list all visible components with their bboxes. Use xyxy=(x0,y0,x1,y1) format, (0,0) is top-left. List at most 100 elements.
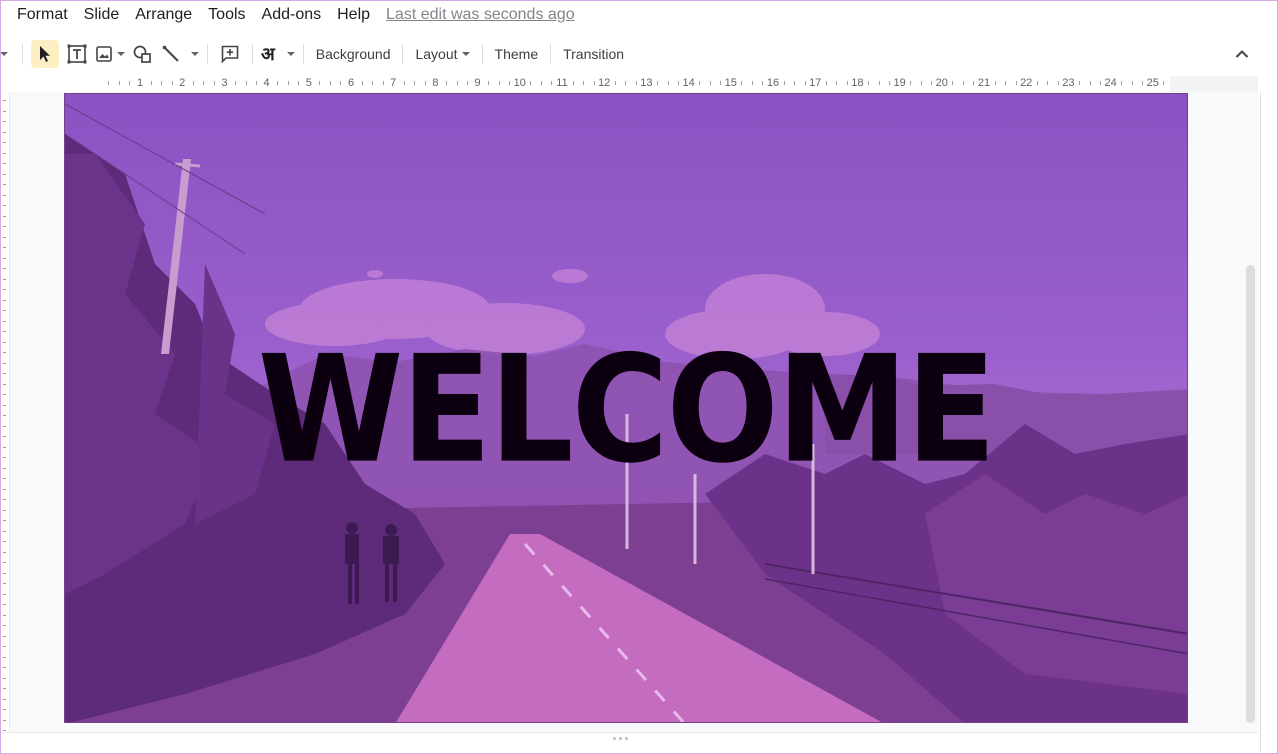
ruler-tick xyxy=(3,362,6,364)
toolbar-divider xyxy=(302,44,304,64)
ruler-tick xyxy=(709,81,711,85)
ruler-tick xyxy=(3,551,6,553)
resize-grip-icon[interactable] xyxy=(613,737,628,740)
ruler-tick xyxy=(3,604,6,605)
ruler-number: 18 xyxy=(851,77,864,89)
ruler-tick xyxy=(129,81,131,85)
menu-help[interactable]: Help xyxy=(329,2,378,28)
vertical-scrollbar[interactable] xyxy=(1246,265,1255,723)
ruler-number: 4 xyxy=(263,77,270,89)
horizontal-ruler[interactable]: 1 2 3 4 5 6 7 8 9 10 11 12 13 14 15 16 17 18 19 20 21 22 23 24 2… xyxy=(104,76,1170,92)
ruler-tick xyxy=(3,331,6,332)
menu-format[interactable]: Format xyxy=(9,2,76,28)
ruler-tick xyxy=(3,541,6,542)
ruler-tick xyxy=(656,81,658,85)
side-panel-edge xyxy=(1260,92,1278,752)
ruler-tick xyxy=(593,81,595,85)
transition-button[interactable]: Transition xyxy=(557,40,630,68)
ruler-tick xyxy=(509,81,511,85)
line-button[interactable] xyxy=(161,40,199,68)
speaker-notes-divider[interactable] xyxy=(0,732,1258,754)
menu-arrange[interactable]: Arrange xyxy=(127,2,200,28)
ruler-tick xyxy=(1100,81,1102,85)
ruler-tick xyxy=(3,436,6,437)
ruler-tick xyxy=(3,278,6,280)
ruler-number: 1 xyxy=(136,77,144,89)
ruler-tick xyxy=(171,81,173,85)
ruler-tick xyxy=(3,677,6,679)
ruler-tick xyxy=(583,81,585,85)
ruler-tick xyxy=(3,656,6,658)
ruler-tick xyxy=(3,467,6,469)
ruler-tick xyxy=(361,81,363,85)
ruler-tick xyxy=(3,163,6,164)
ruler-tick xyxy=(3,530,6,532)
ruler-tick xyxy=(118,81,120,85)
toolbar-divider xyxy=(22,44,23,64)
ruler-tick xyxy=(3,142,6,143)
ruler-tick xyxy=(277,81,279,85)
collapse-toolbar-button[interactable] xyxy=(1228,40,1256,68)
ruler-tick xyxy=(161,81,163,85)
background-button[interactable]: Background xyxy=(310,40,397,68)
layout-button[interactable]: Layout xyxy=(409,40,475,68)
image-button[interactable] xyxy=(95,40,125,68)
menu-tools[interactable]: Tools xyxy=(200,2,253,28)
last-edit-link[interactable]: Last edit was seconds ago xyxy=(386,6,575,24)
ruler-tick xyxy=(3,173,6,175)
select-button[interactable] xyxy=(31,40,59,68)
ruler-tick xyxy=(931,81,933,85)
ruler-tick xyxy=(1142,81,1144,85)
ruler-tick xyxy=(762,81,764,85)
ruler-number: 13 xyxy=(640,77,653,89)
ruler-number: 20 xyxy=(935,77,948,89)
ruler-tick xyxy=(3,562,6,563)
ruler-tick xyxy=(3,226,6,227)
ruler-tick xyxy=(3,205,6,206)
comment-icon xyxy=(221,45,239,64)
ruler-tick xyxy=(699,81,701,85)
ruler-tick xyxy=(3,299,6,301)
toolbar-divider xyxy=(550,44,552,64)
chevron-down-icon xyxy=(286,52,295,56)
ruler-tick xyxy=(3,341,6,343)
ruler-number: 6 xyxy=(347,77,355,89)
ruler-tick xyxy=(804,81,806,85)
ruler-number: 16 xyxy=(766,77,780,89)
ruler-tick xyxy=(3,184,6,185)
ruler-tick xyxy=(3,667,6,668)
chevron-down-icon[interactable] xyxy=(0,52,8,56)
menu-slide[interactable]: Slide xyxy=(76,2,128,28)
ruler-tick xyxy=(1015,81,1017,85)
ruler-number: 15 xyxy=(724,77,737,89)
ruler-tick xyxy=(794,81,796,85)
chevron-down-icon xyxy=(461,52,470,56)
theme-button[interactable]: Theme xyxy=(489,40,545,68)
menu-bar: Format Slide Arrange Tools Add-ons Help … xyxy=(0,0,1278,30)
ruler-tick xyxy=(150,81,152,85)
vertical-ruler[interactable] xyxy=(0,92,10,732)
shape-button[interactable] xyxy=(129,40,157,68)
layout-label: Layout xyxy=(415,46,458,62)
ruler-number: 23 xyxy=(1062,77,1075,89)
ruler-tick xyxy=(3,131,6,133)
ruler-tick xyxy=(3,614,6,616)
ruler-tick xyxy=(3,383,6,385)
ruler-tick xyxy=(3,709,6,710)
ruler-tick xyxy=(3,215,6,217)
slide[interactable]: WELCOME xyxy=(64,93,1188,723)
slide-title[interactable]: WELCOME xyxy=(65,324,1187,496)
ruler-tick xyxy=(3,499,6,500)
ruler-tick xyxy=(213,81,215,85)
ruler-tick xyxy=(3,152,6,154)
ruler-tick xyxy=(3,268,6,269)
menu-addons[interactable]: Add-ons xyxy=(254,2,330,28)
text-box-button[interactable] xyxy=(63,40,91,68)
ruler-number: 12 xyxy=(598,77,611,89)
input-tools-button[interactable]: अ xyxy=(261,40,295,68)
ruler-number: 5 xyxy=(305,77,312,89)
comment-button[interactable] xyxy=(216,40,244,68)
input-tools-icon: अ xyxy=(261,44,275,65)
chevron-down-icon xyxy=(191,52,199,56)
ruler-tick xyxy=(414,81,416,85)
